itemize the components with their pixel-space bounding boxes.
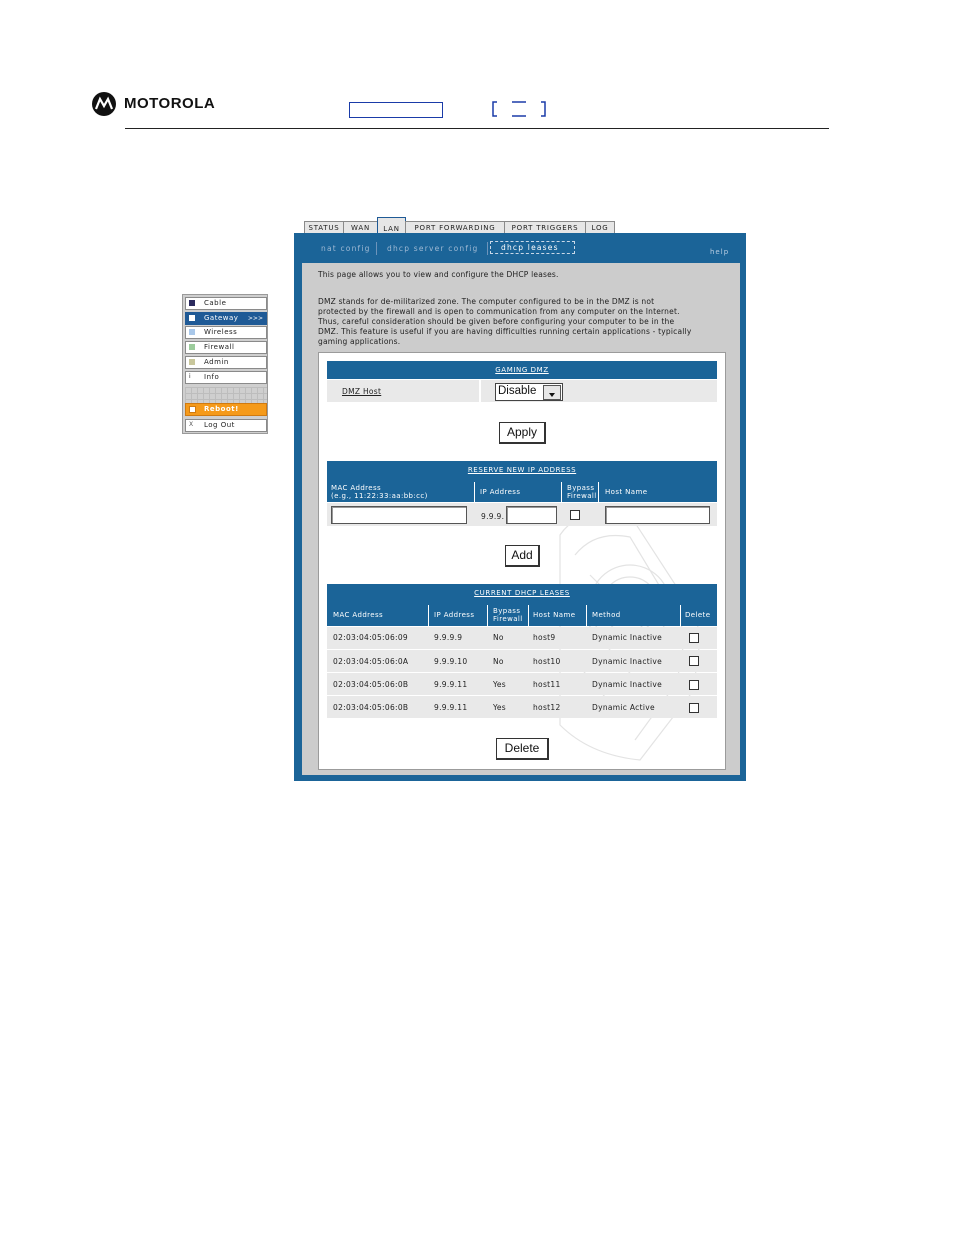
logout-icon: X bbox=[189, 421, 194, 428]
lease-method: Dynamic Active bbox=[592, 703, 655, 712]
menu-item-reboot[interactable]: Reboot! bbox=[185, 403, 267, 416]
lease-delete-checkbox[interactable] bbox=[689, 633, 699, 643]
lease-ip: 9.9.9.11 bbox=[434, 703, 468, 712]
subnav-dhcp-server-config[interactable]: dhcp server config bbox=[387, 244, 478, 253]
subnav-dhcp-leases[interactable]: dhcp leases bbox=[501, 243, 559, 252]
column-divider bbox=[561, 482, 562, 502]
side-menu: Cable Gateway >>> Wireless Firewall Admi… bbox=[182, 294, 268, 434]
dmz-host-select-value: Disable bbox=[498, 385, 537, 397]
lease-delete-checkbox[interactable] bbox=[689, 680, 699, 690]
leases-method-header: Method bbox=[592, 611, 621, 619]
firewall-icon bbox=[189, 344, 195, 350]
apply-button[interactable]: Apply bbox=[499, 422, 546, 444]
menu-item-info[interactable]: i Info bbox=[185, 371, 267, 384]
lease-mac: 02:03:04:05:06:0B bbox=[333, 680, 409, 689]
menu-item-firewall[interactable]: Firewall bbox=[185, 341, 267, 354]
reserve-bypass-header: Firewall bbox=[567, 492, 597, 500]
reserve-mac-header: MAC Address bbox=[331, 484, 382, 492]
column-divider bbox=[474, 482, 475, 502]
column-divider bbox=[428, 605, 429, 626]
header-link[interactable] bbox=[349, 102, 443, 118]
menu-item-logout[interactable]: X Log Out bbox=[185, 419, 267, 432]
menu-item-admin[interactable]: Admin bbox=[185, 356, 267, 369]
menu-item-gateway[interactable]: Gateway >>> bbox=[185, 312, 267, 325]
subnav-divider bbox=[376, 242, 377, 255]
lease-host: host9 bbox=[533, 633, 556, 642]
leases-bypass-header: Bypass bbox=[493, 607, 521, 615]
gateway-icon bbox=[189, 315, 195, 321]
lease-host: host12 bbox=[533, 703, 561, 712]
lease-delete-checkbox[interactable] bbox=[689, 703, 699, 713]
dmz-description: protected by the firewall and is open to… bbox=[318, 307, 680, 316]
add-button[interactable]: Add bbox=[505, 545, 540, 567]
leases-mac-header: MAC Address bbox=[333, 611, 384, 619]
dmz-description: Thus, careful consideration should be gi… bbox=[318, 317, 675, 326]
gaming-dmz-title: GAMING DMZ bbox=[495, 366, 549, 374]
dmz-host-select[interactable]: Disable bbox=[495, 383, 563, 401]
ip-address-input[interactable] bbox=[506, 506, 557, 524]
bypass-firewall-checkbox[interactable] bbox=[570, 510, 580, 520]
chevron-right-icon: >>> bbox=[247, 315, 263, 322]
chevron-down-icon[interactable] bbox=[543, 385, 561, 400]
mac-address-input[interactable] bbox=[331, 506, 467, 524]
lease-ip: 9.9.9.11 bbox=[434, 680, 468, 689]
column-divider bbox=[586, 605, 587, 626]
dmz-description: DMZ. This feature is useful if you are h… bbox=[318, 327, 692, 336]
lease-host: host10 bbox=[533, 657, 561, 666]
info-icon: i bbox=[189, 373, 191, 380]
leases-delete-header: Delete bbox=[685, 611, 711, 619]
delete-button[interactable]: Delete bbox=[496, 738, 549, 760]
dmz-description: DMZ stands for de-militarized zone. The … bbox=[318, 297, 655, 306]
help-link[interactable]: help bbox=[710, 248, 729, 256]
admin-icon bbox=[189, 359, 195, 365]
leases-title: CURRENT DHCP LEASES bbox=[474, 589, 570, 597]
lease-method: Dynamic Inactive bbox=[592, 657, 663, 666]
leases-bypass-header: Firewall bbox=[493, 615, 523, 623]
wireless-icon bbox=[189, 329, 195, 335]
brand-name: MOTOROLA bbox=[124, 95, 216, 112]
lease-bypass: No bbox=[493, 633, 504, 642]
subnav-divider bbox=[487, 242, 488, 255]
reserve-title: RESERVE NEW IP ADDRESS bbox=[467, 466, 577, 474]
column-divider bbox=[528, 605, 529, 626]
header-bracket-link[interactable] bbox=[492, 101, 546, 117]
reserve-host-header: Host Name bbox=[605, 488, 648, 496]
reserve-ip-header: IP Address bbox=[480, 488, 521, 496]
lease-method: Dynamic Inactive bbox=[592, 680, 663, 689]
menu-item-cable[interactable]: Cable bbox=[185, 297, 267, 310]
reserve-bypass-header: Bypass bbox=[567, 484, 595, 492]
column-divider bbox=[680, 605, 681, 626]
lease-delete-checkbox[interactable] bbox=[689, 656, 699, 666]
column-divider bbox=[598, 482, 599, 502]
lease-bypass: Yes bbox=[493, 680, 507, 689]
subnav-nat-config[interactable]: nat config bbox=[321, 244, 371, 253]
leases-host-header: Host Name bbox=[533, 611, 576, 619]
motorola-logo-icon bbox=[92, 92, 116, 116]
lease-mac: 02:03:04:05:06:0B bbox=[333, 703, 409, 712]
lease-bypass: Yes bbox=[493, 703, 507, 712]
lease-mac: 02:03:04:05:06:0A bbox=[333, 657, 409, 666]
ip-prefix: 9.9.9. bbox=[481, 512, 505, 521]
leases-ip-header: IP Address bbox=[434, 611, 475, 619]
lease-method: Dynamic Inactive bbox=[592, 633, 663, 642]
intro-text: This page allows you to view and configu… bbox=[318, 270, 559, 279]
cable-icon bbox=[189, 300, 195, 306]
lease-ip: 9.9.9.9 bbox=[434, 633, 463, 642]
host-name-input[interactable] bbox=[605, 506, 710, 524]
lease-ip: 9.9.9.10 bbox=[434, 657, 468, 666]
lease-mac: 02:03:04:05:06:09 bbox=[333, 633, 408, 642]
header-divider bbox=[125, 128, 829, 129]
reserve-mac-hint: (e.g., 11:22:33:aa:bb:cc) bbox=[331, 492, 428, 500]
dmz-host-label[interactable]: DMZ Host bbox=[342, 387, 381, 396]
dmz-description: gaming applications. bbox=[318, 337, 401, 346]
lease-bypass: No bbox=[493, 657, 504, 666]
menu-item-wireless[interactable]: Wireless bbox=[185, 326, 267, 339]
lease-host: host11 bbox=[533, 680, 561, 689]
column-divider bbox=[487, 605, 488, 626]
reboot-icon bbox=[189, 406, 196, 413]
